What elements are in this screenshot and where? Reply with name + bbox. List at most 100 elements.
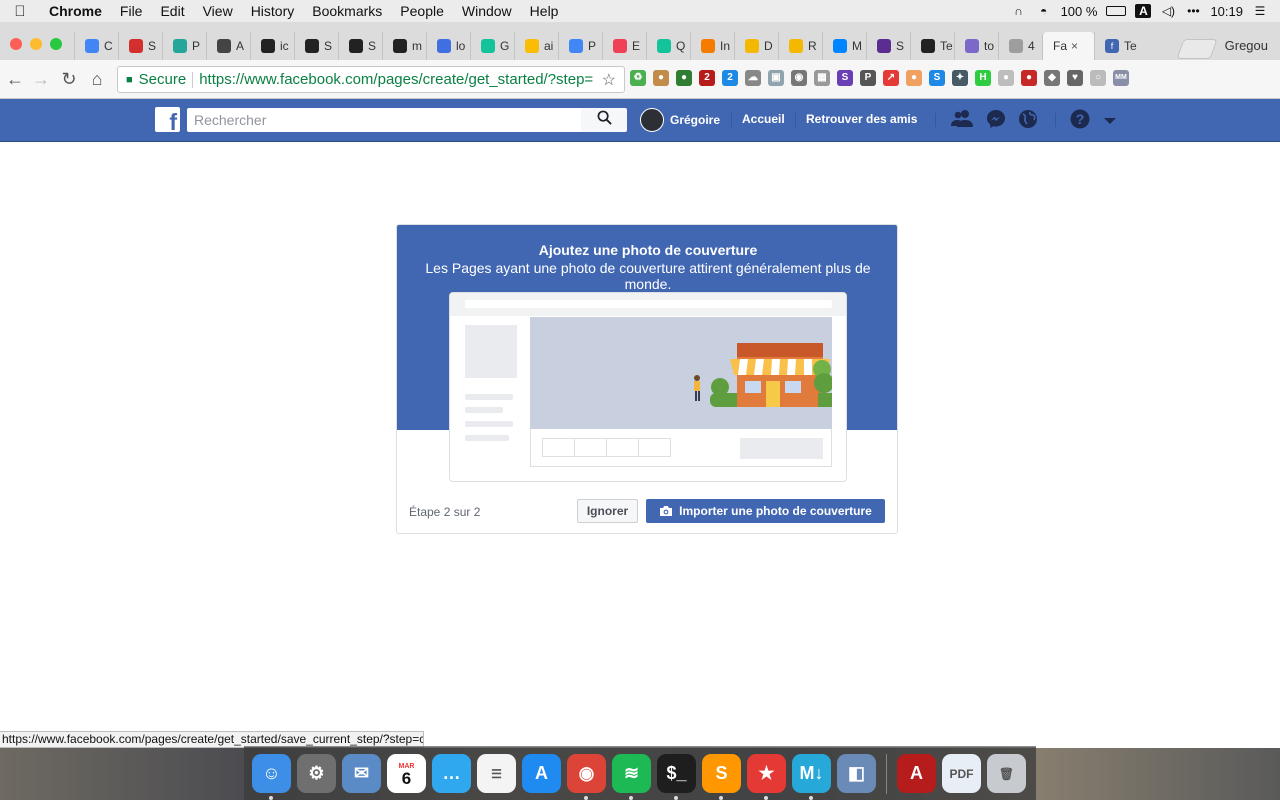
browser-tab[interactable]: E <box>602 32 646 60</box>
browser-tab[interactable]: f Te <box>1094 32 1138 60</box>
menu-view[interactable]: View <box>194 3 242 19</box>
menu-help[interactable]: Help <box>521 3 568 19</box>
messages-icon[interactable]: … <box>432 754 471 793</box>
wunderlist-icon[interactable]: ★ <box>747 754 786 800</box>
reminders-icon[interactable]: ☰ <box>477 754 516 793</box>
menu-people[interactable]: People <box>391 3 453 19</box>
sublime-text-icon[interactable]: S <box>702 754 741 800</box>
cat-icon[interactable]: ● <box>906 70 922 86</box>
notification-center-icon[interactable]: ☰ <box>1252 4 1268 18</box>
docker-whale-icon[interactable]: ◓ <box>1036 4 1052 18</box>
new-tab-button[interactable] <box>1176 39 1218 59</box>
help-icon[interactable]: ? <box>1069 109 1091 131</box>
browser-tab[interactable]: ai <box>514 32 558 60</box>
menu-edit[interactable]: Edit <box>151 3 193 19</box>
browser-tab[interactable]: ic <box>250 32 294 60</box>
pocket-icon[interactable]: ♥ <box>1067 70 1083 86</box>
facebook-logo-icon[interactable]: f <box>155 107 180 132</box>
p-gray-icon[interactable]: P <box>860 70 876 86</box>
skip-button[interactable]: Ignorer <box>577 499 638 523</box>
input-source-icon[interactable]: A <box>1135 4 1152 18</box>
trash-icon[interactable]: 🗑 <box>987 754 1026 793</box>
h-green-icon[interactable]: H <box>975 70 991 86</box>
terminal-icon[interactable]: $_ <box>657 754 696 800</box>
minimize-window-button[interactable] <box>30 38 42 50</box>
find-friends-link[interactable]: Retrouver des amis <box>806 112 917 126</box>
finder-icon[interactable]: ☺ <box>252 754 291 800</box>
browser-tab[interactable]: S <box>118 32 162 60</box>
browser-tab[interactable]: P <box>558 32 602 60</box>
home-icon[interactable]: ⌂ <box>86 70 108 88</box>
browser-tab[interactable]: Te <box>910 32 954 60</box>
calendar-icon[interactable]: MAR 6 <box>387 754 426 793</box>
close-tab-icon[interactable]: × <box>1071 39 1078 53</box>
menu-window[interactable]: Window <box>453 3 521 19</box>
profile-name[interactable]: Gregou <box>1225 38 1268 53</box>
mm-ra-icon[interactable]: MM <box>1113 70 1129 86</box>
home-link[interactable]: Accueil <box>742 112 785 126</box>
browser-tab[interactable]: P <box>162 32 206 60</box>
browser-tab[interactable]: C <box>74 32 118 60</box>
s-blue-icon[interactable]: S <box>929 70 945 86</box>
spotify-icon[interactable]: ≋ <box>612 754 651 800</box>
dropdown-arrow-icon[interactable] <box>1099 109 1121 131</box>
forward-arrow-icon[interactable]: → <box>30 70 52 88</box>
back-arrow-icon[interactable]: ← <box>4 70 26 88</box>
active-tab[interactable]: Fa × <box>1042 32 1094 60</box>
reload-icon[interactable]: ↻ <box>58 70 80 88</box>
browser-tab[interactable]: m <box>382 32 426 60</box>
mail-icon[interactable]: ✉ <box>342 754 381 793</box>
shield-gray-icon[interactable]: ● <box>998 70 1014 86</box>
browser-tab[interactable]: R <box>778 32 822 60</box>
browser-tab[interactable]: S <box>866 32 910 60</box>
cloud-icon[interactable]: ☁ <box>745 70 761 86</box>
headphones-icon[interactable]: ∩ <box>1011 4 1027 18</box>
address-bar[interactable]: ■ Secure https://www.facebook.com/pages/… <box>117 66 625 93</box>
s-badge-icon[interactable]: 2 <box>722 70 738 86</box>
upload-cover-photo-button[interactable]: Importer une photo de couverture <box>646 499 885 523</box>
recycle-icon[interactable]: ♻ <box>630 70 646 86</box>
battery-icon[interactable] <box>1106 6 1127 16</box>
profile-link[interactable]: Grégoire <box>640 108 720 132</box>
volume-icon[interactable]: ◁) <box>1160 4 1176 18</box>
url-text[interactable]: https://www.facebook.com/pages/create/ge… <box>199 71 594 88</box>
browser-tab[interactable]: Q <box>646 32 690 60</box>
search-input[interactable] <box>187 108 581 132</box>
browser-tab[interactable]: 4 <box>998 32 1042 60</box>
camera-icon[interactable]: ◉ <box>791 70 807 86</box>
browser-tab[interactable]: M <box>822 32 866 60</box>
app-store-icon[interactable]: A <box>522 754 561 793</box>
cookie-icon[interactable]: ● <box>653 70 669 86</box>
search-button[interactable] <box>581 108 627 132</box>
browser-tab[interactable]: to <box>954 32 998 60</box>
friend-requests-icon[interactable] <box>951 109 973 131</box>
layers-icon[interactable]: ◆ <box>1044 70 1060 86</box>
messenger-icon[interactable] <box>985 109 1007 131</box>
menu-file[interactable]: File <box>111 3 152 19</box>
browser-tab[interactable]: G <box>470 32 514 60</box>
notifications-globe-icon[interactable] <box>1017 109 1039 131</box>
pdf-document-icon[interactable]: PDF <box>942 754 981 793</box>
markdown-icon[interactable]: M↓ <box>792 754 831 800</box>
browser-tab[interactable]: A <box>206 32 250 60</box>
image-icon[interactable]: ▣ <box>768 70 784 86</box>
s-purple-icon[interactable]: S <box>837 70 853 86</box>
acrobat-icon[interactable]: A <box>897 754 936 793</box>
more-dots-icon[interactable]: ••• <box>1185 4 1201 18</box>
clock[interactable]: 10:19 <box>1210 4 1243 19</box>
circle-outline-icon[interactable]: ○ <box>1090 70 1106 86</box>
zoom-window-button[interactable] <box>50 38 62 50</box>
ublock-icon[interactable]: 2 <box>699 70 715 86</box>
rainbow-icon[interactable]: ● <box>1021 70 1037 86</box>
menu-bookmarks[interactable]: Bookmarks <box>303 3 391 19</box>
app-menu[interactable]: Chrome <box>40 3 111 19</box>
apple-menu-icon[interactable]:  <box>0 3 40 20</box>
runner-icon[interactable]: ✦ <box>952 70 968 86</box>
grid-icon[interactable]: ▦ <box>814 70 830 86</box>
browser-tab[interactable]: S <box>338 32 382 60</box>
browser-tab[interactable]: S <box>294 32 338 60</box>
preview-icon[interactable]: ◧ <box>837 754 876 793</box>
browser-tab[interactable]: lo <box>426 32 470 60</box>
system-preferences-icon[interactable]: ⚙ <box>297 754 336 793</box>
arrow-red-icon[interactable]: ↗ <box>883 70 899 86</box>
